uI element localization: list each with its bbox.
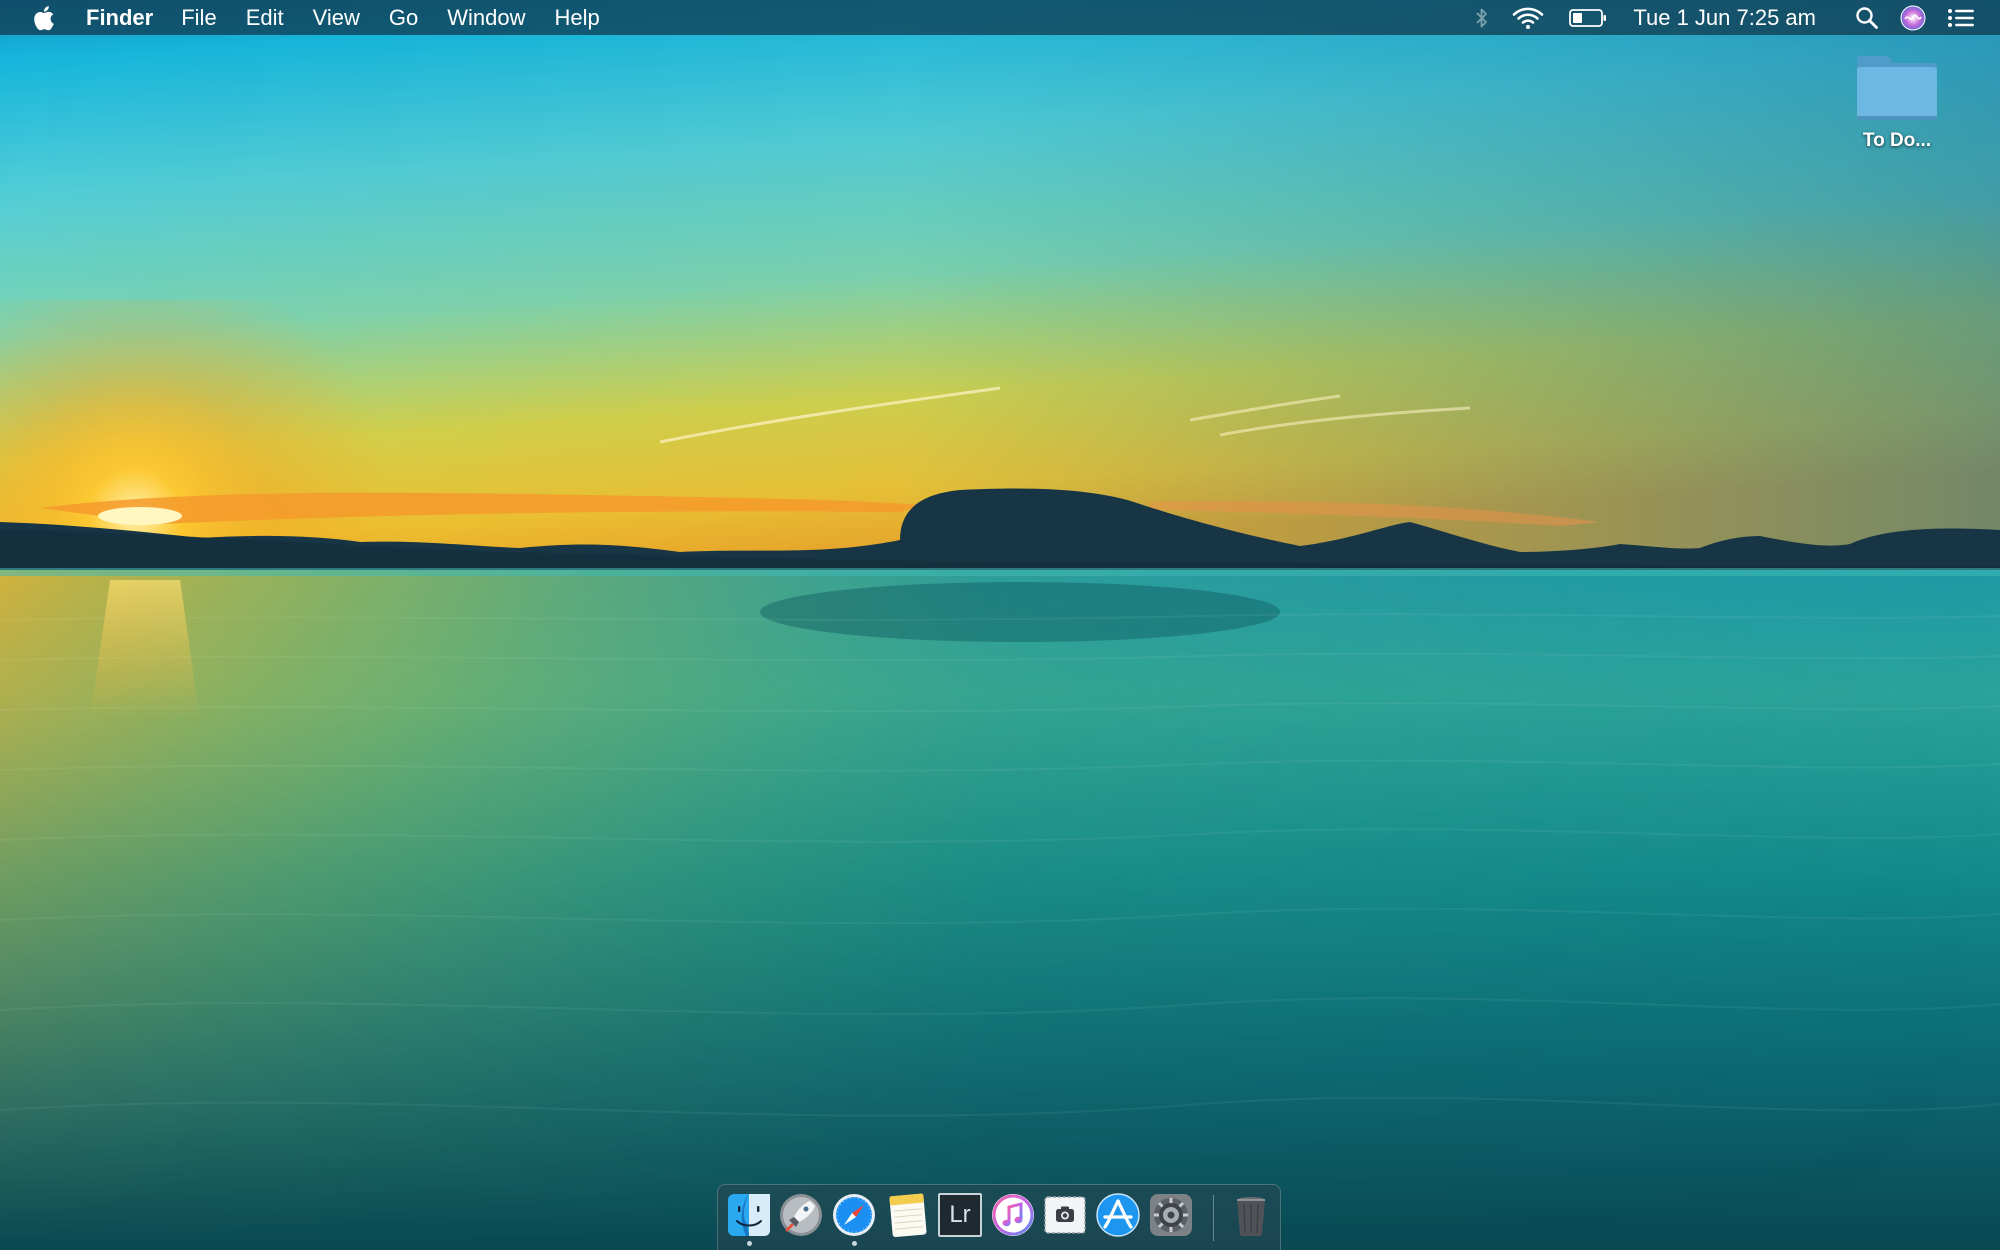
dock-app-store[interactable]	[1095, 1192, 1141, 1238]
dock-system-preferences[interactable]	[1148, 1192, 1194, 1238]
screenshot-icon	[1044, 1196, 1086, 1234]
launchpad-icon	[780, 1194, 822, 1236]
menu-window[interactable]: Window	[447, 0, 525, 35]
menu-go[interactable]: Go	[389, 0, 418, 35]
menu-app-finder[interactable]: Finder	[86, 0, 153, 35]
dock-running-indicator-finder	[747, 1241, 752, 1246]
system-preferences-icon	[1150, 1194, 1192, 1236]
desktop[interactable]: Finder File Edit View Go Window Help Tue…	[0, 0, 2000, 1250]
dock-finder[interactable]	[726, 1192, 772, 1238]
menu-help[interactable]: Help	[555, 0, 600, 35]
menu-file[interactable]: File	[181, 0, 216, 35]
menu-bar: Finder File Edit View Go Window Help Tue…	[0, 0, 2000, 35]
trash-icon	[1237, 1197, 1265, 1236]
desktop-folder-label: To Do...	[1862, 130, 1932, 151]
lightroom-icon: Lr	[938, 1193, 982, 1237]
dock-launchpad[interactable]	[778, 1192, 824, 1238]
folder-icon	[1857, 56, 1937, 120]
safari-icon	[833, 1194, 875, 1236]
wifi-icon[interactable]	[1511, 0, 1545, 35]
itunes-icon	[992, 1194, 1034, 1236]
dock-separator	[1213, 1195, 1214, 1241]
notification-center-icon[interactable]	[1946, 0, 1976, 35]
dock-notes[interactable]	[884, 1192, 930, 1238]
apple-menu-icon[interactable]	[30, 3, 56, 33]
wallpaper-lake-sunset	[0, 0, 2000, 1250]
desktop-folder-to-do[interactable]: To Do...	[1842, 52, 1952, 152]
lightroom-icon-text: Lr	[949, 1201, 971, 1228]
notes-icon	[889, 1193, 927, 1238]
dock-trash[interactable]	[1228, 1192, 1274, 1238]
battery-icon[interactable]	[1569, 0, 1607, 35]
spotlight-search-icon[interactable]	[1854, 0, 1880, 35]
dock-lightroom[interactable]: Lr	[937, 1192, 983, 1238]
finder-icon	[728, 1194, 770, 1236]
app-store-icon	[1096, 1193, 1140, 1237]
menu-bar-clock[interactable]: Tue 1 Jun 7:25 am	[1633, 0, 1816, 35]
dock-screenshot[interactable]	[1042, 1192, 1088, 1238]
menu-edit[interactable]: Edit	[246, 0, 284, 35]
menu-view[interactable]: View	[313, 0, 360, 35]
bluetooth-icon[interactable]	[1471, 0, 1493, 35]
dock-running-indicator-safari	[852, 1241, 857, 1246]
dock-itunes[interactable]	[990, 1192, 1036, 1238]
dock: Lr	[717, 1184, 1281, 1250]
siri-icon[interactable]	[1900, 0, 1926, 35]
dock-safari[interactable]	[831, 1192, 877, 1238]
